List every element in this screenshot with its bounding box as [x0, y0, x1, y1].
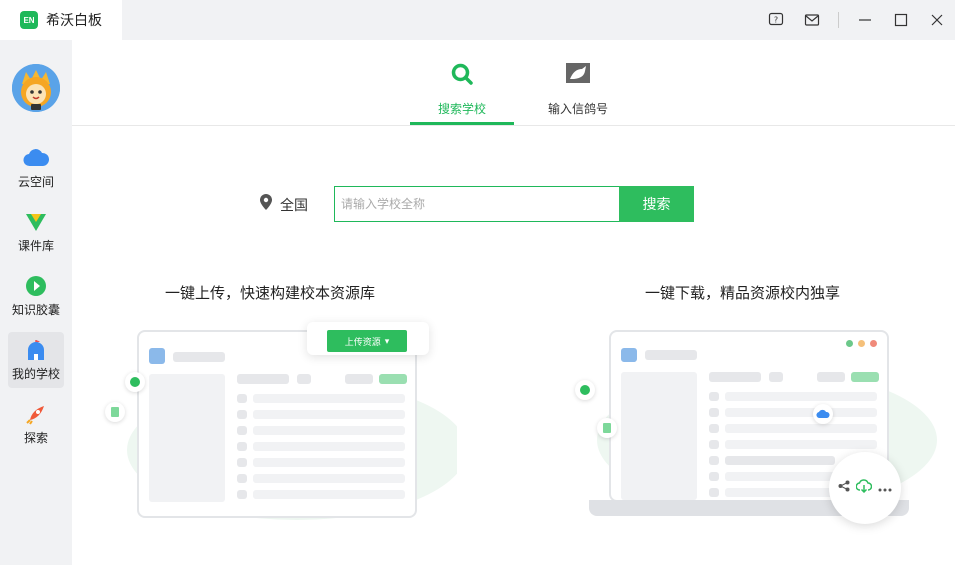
sidebar-item-explore[interactable]: 探索 [8, 396, 64, 452]
upload-popover: 上传资源 ▾ [307, 322, 429, 355]
avatar[interactable] [12, 64, 60, 112]
share-icon [838, 479, 850, 497]
title-separator [838, 12, 839, 28]
upload-illustration: 上传资源 ▾ [97, 310, 457, 525]
app-tab[interactable]: EN 希沃白板 [0, 0, 122, 40]
svg-text:?: ? [774, 16, 778, 25]
help-icon[interactable]: ? [766, 10, 786, 30]
cloud-download-icon [855, 478, 873, 498]
app-logo: EN [20, 11, 38, 29]
cloud-icon [23, 146, 49, 170]
search-icon [448, 60, 476, 88]
upload-resource-button: 上传资源 ▾ [327, 330, 407, 352]
maximize-icon[interactable] [891, 10, 911, 30]
more-icon [878, 479, 892, 497]
sidebar-item-capsule[interactable]: 知识胶囊 [8, 268, 64, 324]
tab-search-school[interactable]: 搜索学校 [410, 60, 514, 126]
tab-pigeon-id[interactable]: 输入信鸽号 [526, 60, 630, 126]
feature-download-title: 一键下载，精品资源校内独享 [645, 285, 841, 302]
sidebar: 云空间 课件库 知识胶囊 我的学校 探索 [0, 40, 72, 565]
app-title: 希沃白板 [46, 12, 102, 28]
title-bar: EN 希沃白板 ? [0, 0, 955, 40]
illustration-window [137, 330, 417, 518]
school-icon [23, 338, 49, 362]
pigeon-icon [564, 60, 592, 88]
capsule-icon [23, 274, 49, 298]
capsule-float-icon [125, 372, 145, 392]
courseware-icon [23, 210, 49, 234]
tabs-divider [72, 125, 955, 126]
tab-label: 搜索学校 [437, 102, 486, 116]
sidebar-item-label: 探索 [23, 431, 48, 445]
file-float-icon [105, 402, 125, 422]
feature-upload-title: 一键上传，快速构建校本资源库 [165, 285, 376, 302]
sidebar-item-label: 云空间 [17, 175, 54, 189]
download-illustration [567, 310, 937, 525]
sidebar-item-label: 知识胶囊 [11, 303, 60, 317]
sidebar-item-courseware[interactable]: 课件库 [8, 204, 64, 260]
file-float-icon [597, 418, 617, 438]
search-button[interactable]: 搜索 [619, 186, 694, 222]
region-selector[interactable]: 全国 [260, 194, 308, 215]
capsule-float-icon [575, 380, 595, 400]
sidebar-item-cloud[interactable]: 云空间 [8, 140, 64, 196]
sidebar-item-label: 课件库 [17, 239, 54, 253]
location-pin-icon [260, 194, 272, 215]
mail-icon[interactable] [802, 10, 822, 30]
cloud-float-icon [813, 404, 833, 424]
main-panel: 搜索学校 输入信鸽号 全国 搜索 一键上传，快速构建校本资源库 一键下载，精品资… [72, 40, 955, 565]
sidebar-item-my-school[interactable]: 我的学校 [8, 332, 64, 388]
download-action-popover [829, 452, 901, 524]
region-label: 全国 [280, 196, 308, 213]
close-icon[interactable] [927, 10, 947, 30]
rocket-icon [23, 402, 49, 426]
sidebar-item-label: 我的学校 [11, 367, 60, 381]
minimize-icon[interactable] [855, 10, 875, 30]
tab-label: 输入信鸽号 [547, 102, 608, 116]
school-search-input[interactable] [334, 186, 619, 222]
